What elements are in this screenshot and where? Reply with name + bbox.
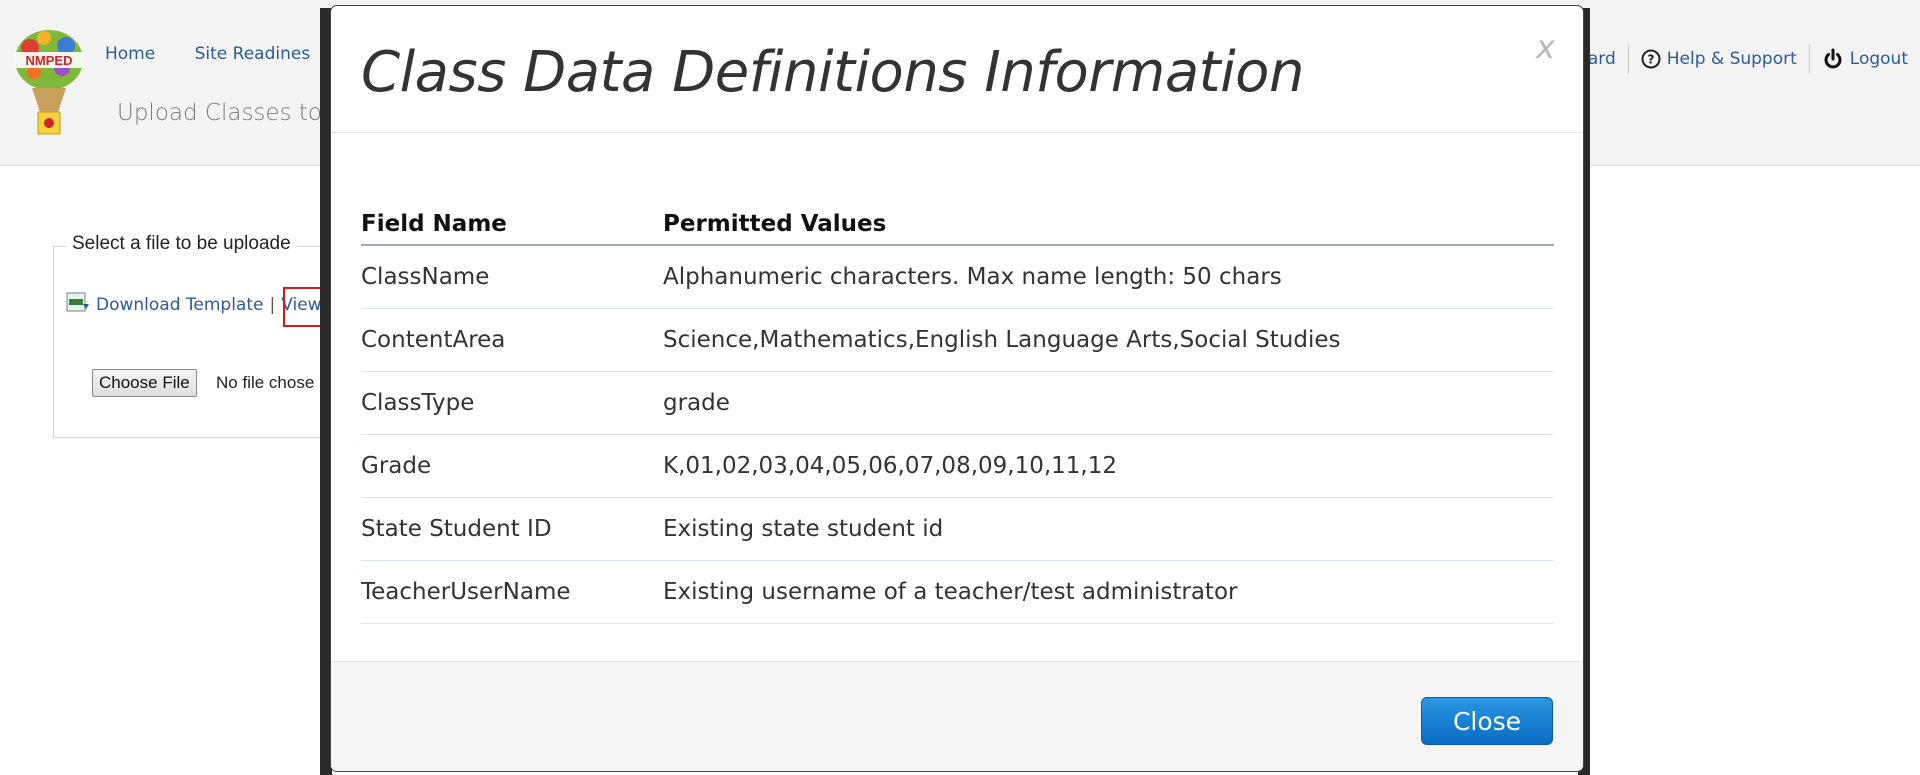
table-row: ClassType grade [361, 371, 1554, 435]
permitted-values-cell: Existing state student id [663, 497, 1554, 561]
nav-help-support[interactable]: ? Help & Support [1629, 49, 1809, 69]
table-row: Grade K,01,02,03,04,05,06,07,08,09,10,11… [361, 434, 1554, 498]
field-name-cell: Grade [361, 434, 663, 498]
field-name-cell: TeacherUserName [361, 560, 663, 624]
choose-file-button[interactable]: Choose File [92, 369, 197, 397]
nav-home[interactable]: Home [105, 44, 155, 64]
modal-footer: Close [331, 661, 1583, 771]
column-header-field-name: Field Name [361, 206, 663, 246]
definitions-table: Field Name Permitted Values ClassName Al… [361, 206, 1554, 624]
help-icon: ? [1641, 49, 1661, 69]
nav-help-label: Help & Support [1666, 49, 1797, 69]
close-button[interactable]: Close [1421, 697, 1553, 745]
nav-site-readiness[interactable]: Site Readines [195, 44, 311, 64]
field-name-cell: State Student ID [361, 497, 663, 561]
field-name-cell: ClassType [361, 371, 663, 435]
page-title: Upload Classes to ( [117, 100, 339, 126]
table-row: TeacherUserName Existing username of a t… [361, 560, 1554, 624]
field-name-cell: ContentArea [361, 308, 663, 372]
table-row: State Student ID Existing state student … [361, 497, 1554, 561]
field-name-cell: ClassName [361, 245, 663, 309]
table-header-row: Field Name Permitted Values [361, 206, 1554, 246]
main-nav: Home Site Readines [105, 44, 344, 64]
svg-text:NMPED: NMPED [26, 53, 73, 68]
table-row: ClassName Alphanumeric characters. Max n… [361, 245, 1554, 309]
nmped-logo[interactable]: NMPED [12, 26, 86, 138]
upload-legend: Select a file to be uploade [66, 233, 297, 255]
csv-file-icon [66, 292, 90, 317]
nav-logout[interactable]: Logout [1810, 48, 1920, 70]
permitted-values-cell: Alphanumeric characters. Max name length… [663, 245, 1554, 309]
link-separator: | [269, 294, 276, 315]
permitted-values-cell: Existing username of a teacher/test admi… [663, 560, 1554, 624]
download-template-link[interactable]: Download Template [96, 295, 263, 315]
column-header-permitted-values: Permitted Values [663, 206, 1554, 246]
permitted-values-cell: K,01,02,03,04,05,06,07,08,09,10,11,12 [663, 434, 1554, 498]
permitted-values-cell: grade [663, 371, 1554, 435]
highlight-box [283, 287, 323, 327]
table-row: ContentArea Science,Mathematics,English … [361, 308, 1554, 372]
nav-logout-label: Logout [1849, 49, 1908, 69]
modal-header: Class Data Definitions Information x [331, 6, 1583, 133]
close-icon[interactable]: x [1536, 28, 1555, 66]
modal-title: Class Data Definitions Information [361, 40, 1304, 105]
power-icon [1822, 48, 1844, 70]
upload-fieldset [53, 246, 355, 438]
no-file-label: No file chose [216, 373, 315, 392]
nav-dashboard-label: ard [1587, 49, 1616, 69]
svg-text:?: ? [1647, 53, 1654, 67]
permitted-values-cell: Science,Mathematics,English Language Art… [663, 308, 1554, 372]
right-nav: ard ? Help & Support Logout [1576, 43, 1920, 75]
class-definitions-modal: Class Data Definitions Information x Fie… [331, 6, 1583, 771]
